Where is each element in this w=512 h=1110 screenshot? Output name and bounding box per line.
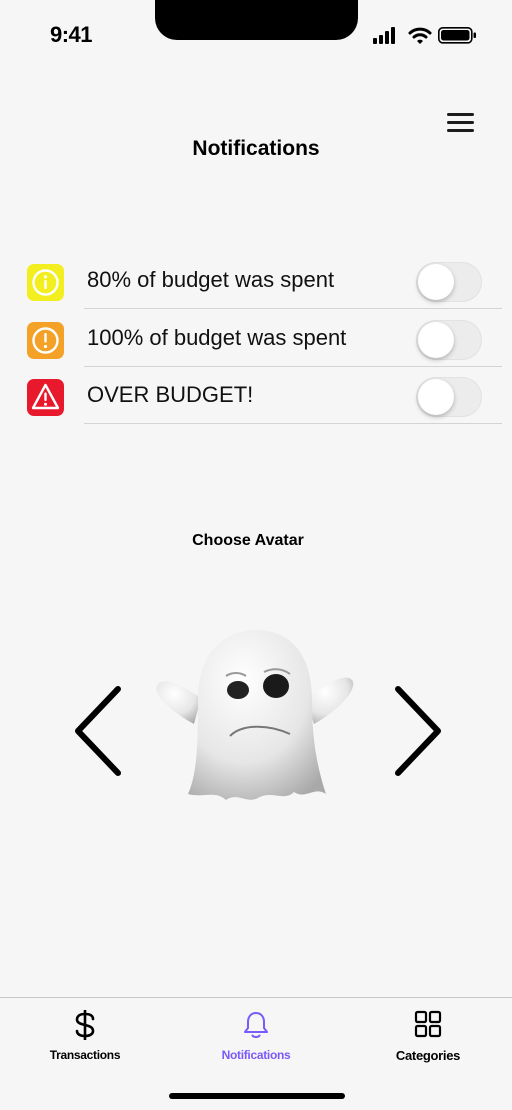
tab-categories[interactable]: Categories (353, 998, 503, 1078)
notification-label: 100% of budget was spent (87, 325, 347, 350)
bell-icon (244, 1012, 268, 1038)
tab-notifications[interactable]: Notifications (181, 998, 331, 1078)
tab-label: Transactions (49, 1048, 121, 1062)
home-indicator (169, 1093, 345, 1099)
notification-label: OVER BUDGET! (87, 382, 254, 407)
status-time: 9:41 (50, 22, 93, 47)
notification-toggle[interactable] (416, 377, 482, 417)
notification-toggle[interactable] (416, 320, 482, 360)
battery-icon (438, 27, 476, 44)
exclamation-icon (27, 322, 64, 359)
notification-row-80-percent: 80% of budget was spent (0, 252, 512, 309)
tab-transactions[interactable]: Transactions (10, 998, 160, 1078)
warning-triangle-icon (27, 379, 64, 416)
notification-row-over-budget: OVER BUDGET! (0, 367, 512, 424)
status-icons (373, 27, 476, 44)
previous-avatar-arrow-icon[interactable] (72, 684, 128, 778)
divider (84, 423, 502, 424)
wifi-icon (408, 27, 432, 44)
divider (84, 308, 502, 309)
dollar-icon (75, 1010, 95, 1040)
device-notch (155, 0, 358, 40)
next-avatar-arrow-icon[interactable] (388, 684, 444, 778)
hamburger-menu-icon[interactable] (444, 110, 478, 136)
tab-label: Notifications (221, 1048, 291, 1062)
choose-avatar-title: Choose Avatar (192, 532, 304, 549)
notification-toggle[interactable] (416, 262, 482, 302)
notification-row-100-percent: 100% of budget was spent (0, 310, 512, 367)
status-bar: 9:41 (0, 0, 512, 64)
page-title: Notifications (192, 137, 320, 160)
tab-label: Categories (395, 1048, 461, 1063)
ghost-avatar (156, 630, 354, 800)
cellular-signal-icon (373, 27, 395, 44)
notification-label: 80% of budget was spent (87, 267, 335, 292)
grid-icon (414, 1010, 442, 1038)
info-icon (27, 264, 64, 301)
